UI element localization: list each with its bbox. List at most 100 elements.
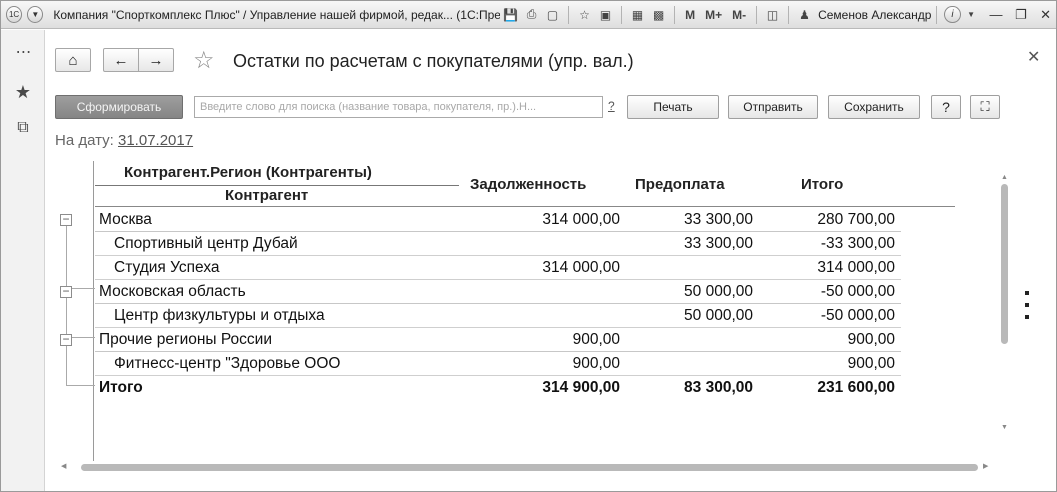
info-icon[interactable]: i [944,6,961,23]
row-debt: 314 000,00 [542,259,620,276]
scroll-down-icon[interactable]: ▼ [1001,424,1008,431]
panels-icon[interactable]: ◫ [764,6,781,24]
sections-grid-icon[interactable]: ⋯ [12,41,34,63]
favorite-icon[interactable]: ☆ [576,6,593,24]
row-name: Прочие регионы России [99,331,272,348]
app-logo-icon[interactable]: 1С [6,6,23,23]
divider [674,5,676,24]
save-icon[interactable]: 💾 [502,6,519,24]
preview-icon[interactable]: ▢ [544,6,561,24]
print-button[interactable]: Печать [627,95,719,119]
memory-minus-button[interactable]: M- [732,8,746,22]
row-debt: 900,00 [572,331,620,348]
print-icon[interactable]: ⎙ [523,6,540,24]
fullscreen-button[interactable]: ⛶ [970,95,1000,119]
memory-button[interactable]: M [685,8,695,22]
row-prepayment: 33 300,00 [684,235,753,252]
row-prepayment: 33 300,00 [684,211,753,228]
help-button[interactable]: ? [931,95,961,119]
header-debt: Задолженность [470,176,587,193]
restore-icon[interactable]: ❐ [1010,6,1031,24]
left-panel: ⋯ ★ ⧉ [1,30,45,491]
row-total: 900,00 [847,331,895,348]
arrow-right-icon: → [148,51,164,69]
minimize-icon[interactable]: — [986,6,1007,24]
title-bar: 1С ▼ Компания "Спорткомплекс Плюс" / Упр… [1,1,1056,29]
row-name: Фитнесс-центр "Здоровье ООО [114,355,341,372]
row-name: Спортивный центр Дубай [114,235,298,252]
forward-button[interactable]: → [138,48,174,72]
table-row-group[interactable]: − Прочие регионы России 900,00 900,00 [55,328,901,352]
table-row-group[interactable]: − Московская область 50 000,00 -50 000,0… [55,280,901,304]
table-row[interactable]: Центр физкультуры и отдыха 50 000,00 -50… [55,304,901,328]
user-icon: ♟ [799,7,810,22]
row-total: 900,00 [847,355,895,372]
send-button[interactable]: Отправить [728,95,818,119]
more-actions-icon[interactable] [1023,291,1031,319]
table-row[interactable]: Спортивный центр Дубай 33 300,00 -33 300… [55,232,901,256]
add-to-favorites-star-icon[interactable]: ☆ [193,46,215,75]
row-name: Москва [99,211,152,228]
row-name: Московская область [99,283,246,300]
row-debt: 314 000,00 [542,211,620,228]
generate-report-button[interactable]: Сформировать [55,95,183,119]
vertical-scrollbar[interactable]: ▲ ▼ [999,174,1010,444]
row-total: -50 000,00 [820,307,895,324]
report-area[interactable]: Контрагент.Регион (Контрагенты) Контраге… [55,157,1015,461]
row-name: Студия Успеха [114,259,220,276]
table-row[interactable]: Студия Успеха 314 000,00 314 000,00 [55,256,901,280]
window-title: Компания "Спорткомплекс Плюс" / Управлен… [53,7,500,22]
divider [568,5,570,24]
home-icon: ⌂ [68,51,78,69]
history-icon[interactable]: ⧉ [12,117,34,139]
header-divider [95,185,459,186]
row-total: -33 300,00 [820,235,895,252]
header-bottom-line [95,206,955,207]
memory-plus-button[interactable]: M+ [705,8,722,22]
search-help-link[interactable]: ? [608,99,615,113]
row-total: -50 000,00 [820,283,895,300]
user-name[interactable]: Семенов Александр [818,8,931,22]
row-total: 231 600,00 [817,379,895,396]
favorites-star-icon[interactable]: ★ [12,81,34,103]
collapse-minus-icon[interactable]: − [60,285,72,298]
save-button[interactable]: Сохранить [828,95,920,119]
back-button[interactable]: ← [103,48,139,72]
date-value-link[interactable]: 31.07.2017 [118,132,193,149]
window-close-icon[interactable]: ✕ [1035,6,1056,24]
divider [788,5,790,24]
date-label: На дату: [55,132,114,149]
search-input[interactable] [194,96,603,118]
home-button[interactable]: ⌂ [55,48,91,72]
collapse-minus-icon[interactable]: − [60,213,72,226]
row-name: Центр физкультуры и отдыха [114,307,325,324]
scroll-right-icon[interactable]: ▶ [983,462,988,470]
scroll-up-icon[interactable]: ▲ [1001,174,1008,181]
horizontal-scroll-thumb[interactable] [81,464,978,471]
row-total: 314 000,00 [817,259,895,276]
close-form-icon[interactable]: ✕ [1027,47,1040,67]
fullscreen-icon: ⛶ [980,99,990,114]
row-total: 280 700,00 [817,211,895,228]
table-row-total[interactable]: Итого 314 900,00 83 300,00 231 600,00 [55,376,901,400]
divider [936,5,938,24]
collapse-minus-icon[interactable]: − [60,333,72,346]
table-row-group[interactable]: − Москва 314 000,00 33 300,00 280 700,00 [55,208,901,232]
main-menu-chevron-icon[interactable]: ▼ [27,6,44,23]
calculator-icon[interactable]: ▦ [629,6,646,24]
info-chevron-icon[interactable]: ▼ [963,6,980,24]
app-window: 1С ▼ Компания "Спорткомплекс Плюс" / Упр… [0,0,1057,492]
page-title: Остатки по расчетам с покупателями (упр.… [233,51,634,71]
row-prepayment: 50 000,00 [684,283,753,300]
header-group: Контрагент.Регион (Контрагенты) [124,164,372,181]
bookmark-icon[interactable]: ▣ [597,6,614,24]
table-row[interactable]: Фитнесс-центр "Здоровье ООО 900,00 900,0… [55,352,901,376]
row-prepayment: 83 300,00 [684,379,753,396]
divider [621,5,623,24]
header-counterparty: Контрагент [225,187,309,204]
arrow-left-icon: ← [113,51,129,69]
vertical-scroll-thumb[interactable] [1001,184,1008,344]
calendar-icon[interactable]: ▩ [650,6,667,24]
horizontal-scrollbar[interactable]: ◀ ▶ [61,462,995,473]
scroll-left-icon[interactable]: ◀ [61,462,66,470]
